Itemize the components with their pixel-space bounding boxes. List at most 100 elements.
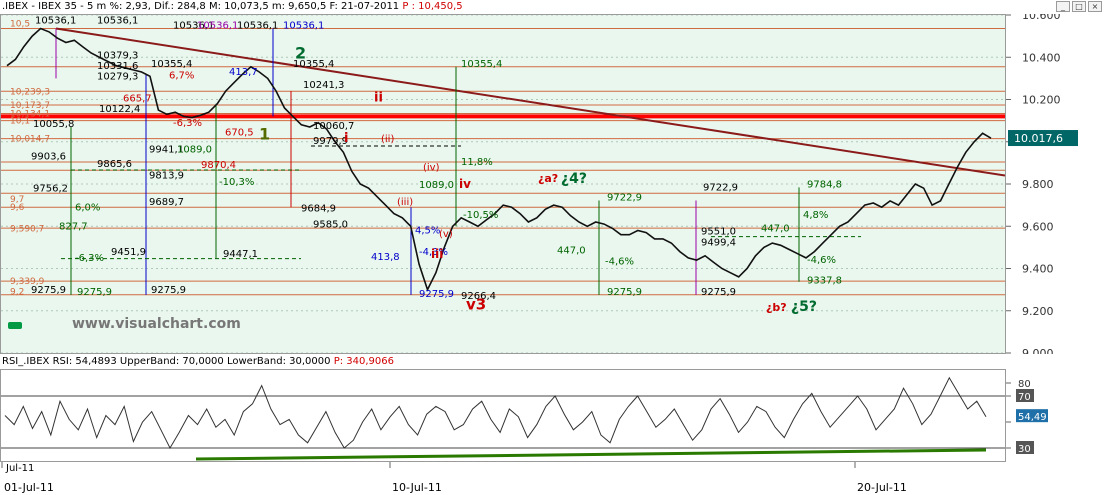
rsi-chart-panel[interactable] (0, 369, 1006, 462)
price-chart-panel[interactable]: 10536,1 10536,1 10536,1 10536,1 10536,1 10536… (0, 14, 1006, 354)
rsi-header: RSI_.IBEX RSI: 54,4893 UpperBand: 70,000… (0, 355, 1010, 369)
rsi-upper-band: UpperBand: 70,0000 (119, 356, 224, 367)
header-last: P : 10,450,5 (402, 1, 463, 12)
price-annotation-label: 9499,4 (701, 237, 736, 248)
price-annotation-label: 9979,9 (313, 136, 348, 147)
price-annotation-label: 9275,9 (419, 289, 454, 300)
price-annotation-label: 9451,9 (111, 247, 146, 258)
left-fib-label: 10,239,3 (10, 87, 50, 97)
price-annotation-label: -6,3% (75, 253, 104, 264)
price-annotation-label: 9275,9 (607, 287, 642, 298)
price-y-tick-label: 9.200 (1022, 305, 1054, 318)
header-min: m: 9,650,5 (271, 1, 327, 12)
close-icon[interactable]: × (1088, 1, 1102, 12)
wave-label-3: v3 (466, 296, 486, 314)
wave-label-sub-iii: (iii) (397, 197, 413, 208)
rsi-upper-badge-label: 70 (1018, 392, 1031, 403)
price-annotation-label: 447,0 (761, 224, 790, 235)
header-symbol: .IBEX - IBEX 35 - 5 m (2, 1, 107, 12)
wave-label-1: 1 (259, 125, 270, 144)
price-annotation-label: 9447,1 (223, 249, 258, 260)
price-annotation-label: 6,0% (75, 202, 100, 213)
maximize-icon[interactable]: □ (1072, 1, 1086, 12)
price-annotation-label: 10355,4 (151, 59, 192, 70)
price-annotation-label: 9756,2 (33, 183, 68, 194)
rsi-lower-badge-label: 30 (1018, 444, 1031, 455)
wave-label-b: ¿b? (766, 301, 787, 314)
price-y-tick-label: 9.600 (1022, 220, 1054, 233)
wave-label-sub-iv: (iv) (423, 162, 440, 173)
price-annotation-label: 10122,4 (99, 104, 140, 115)
rsi-y-axis: 80 70 30 54,49 (1006, 369, 1104, 462)
price-annotation-label: 9275,9 (701, 287, 736, 298)
price-annotation-label: 413,8 (371, 252, 400, 263)
price-annotation-label: 665,7 (123, 94, 152, 105)
price-annotation-label: 10536,1 (197, 21, 238, 32)
wave-label-5: ¿5? (791, 299, 817, 315)
current-price-label: 10.017,6 (1014, 132, 1063, 145)
price-annotation-label: -6,3% (173, 118, 202, 129)
wave-label-ii: ii (374, 91, 383, 106)
price-annotation-label: 10536,1 (283, 21, 324, 32)
visualchart-logo-icon (8, 322, 22, 329)
price-annotation-label: 10379,3 (97, 50, 138, 61)
left-fib-label: 9,339,9 (10, 277, 45, 287)
price-annotation-label: -10,5% (463, 210, 498, 221)
price-annotation-label: 9722,9 (607, 192, 642, 203)
price-annotation-label: 9684,9 (301, 203, 336, 214)
price-annotation-label: 670,5 (225, 127, 254, 138)
minimize-icon[interactable]: _ (1056, 1, 1070, 12)
price-annotation-label: 11,8% (461, 157, 493, 168)
time-tick-label: 10-Jul-11 (392, 481, 442, 494)
wave-label-2: 2 (295, 43, 306, 62)
rsi-chart-svg (1, 376, 1005, 461)
left-fib-label: 10,014,7 (10, 135, 50, 145)
wave-label-i: i (344, 131, 348, 146)
left-fib-label: 9,590,7 (10, 224, 44, 234)
wave-label-iii: iii (431, 247, 443, 261)
header-pct: %: 2,93 (109, 1, 148, 12)
header-max: M: 10,073,5 (208, 1, 269, 12)
price-annotation-label: 9551,0 (701, 227, 736, 238)
wave-label-iv: iv (459, 177, 471, 191)
watermark: www.visualchart.com (72, 316, 241, 332)
wave-label-4: ¿4? (561, 171, 587, 187)
price-annotation-label: -10,3% (219, 177, 254, 188)
price-annotation-label: 10055,8 (33, 119, 74, 130)
price-annotation-label: 10355,4 (461, 59, 502, 70)
price-chart-header: .IBEX - IBEX 35 - 5 m %: 2,93, Dif.: 284… (2, 1, 463, 12)
price-y-tick-label: 9.400 (1022, 263, 1054, 276)
price-annotation-label: 1089,0 (419, 180, 454, 191)
price-annotation-label: 9870,4 (201, 160, 236, 171)
rsi-y-axis-svg: 80 70 30 54,49 (1006, 379, 1048, 455)
time-tick-label: 01-Jul-11 (4, 481, 54, 494)
price-annotation-label: -4,6% (807, 255, 836, 266)
price-annotation-label: 9275,9 (151, 285, 186, 296)
window-controls: _ □ × (1056, 1, 1102, 12)
price-annotation-label: 9275,9 (77, 287, 112, 298)
rsi-current-label: 54,49 (1018, 412, 1047, 423)
wave-label-sub-v: (v) (439, 229, 453, 240)
price-annotation-label: 10241,3 (303, 80, 344, 91)
time-axis: 01-Jul-11 10-Jul-11 20-Jul-11 Jul-11 (0, 462, 1104, 495)
price-chart-svg: 10536,1 10536,1 10536,110536,110536,1 10536… (1, 14, 1006, 354)
price-annotation-label: 10536,1 (237, 21, 278, 32)
price-annotation-label: 9865,6 (97, 159, 132, 170)
price-y-axis-svg: 10.60010.40010.20010.0009.8009.6009.4009… (1006, 9, 1078, 360)
rsi-time-label: Jul-11 (5, 463, 34, 474)
wave-label-sub-ii: (ii) (381, 134, 394, 145)
price-y-tick-label: 10.600 (1022, 14, 1061, 22)
price-y-axis: 10.60010.40010.20010.0009.8009.6009.4009… (1006, 9, 1104, 360)
price-annotation-label: 10536,1 (97, 15, 138, 26)
price-annotation-label: 9585,0 (313, 219, 348, 230)
wave-label-a: ¿a? (538, 172, 558, 185)
price-annotation-label: 9689,7 (149, 197, 184, 208)
price-annotation-label: 10331,6 (97, 61, 138, 72)
price-y-tick-label: 9.000 (1022, 347, 1054, 354)
price-annotation-label: 447,0 (557, 246, 586, 257)
time-axis-svg: 01-Jul-11 10-Jul-11 20-Jul-11 Jul-11 (1, 462, 907, 494)
left-fib-label: 10,5 (10, 19, 30, 29)
price-annotation-label: 413,7 (229, 67, 258, 78)
price-annotation-label: 9722,9 (703, 182, 738, 193)
rsi-y-tick-label: 80 (1018, 379, 1031, 390)
